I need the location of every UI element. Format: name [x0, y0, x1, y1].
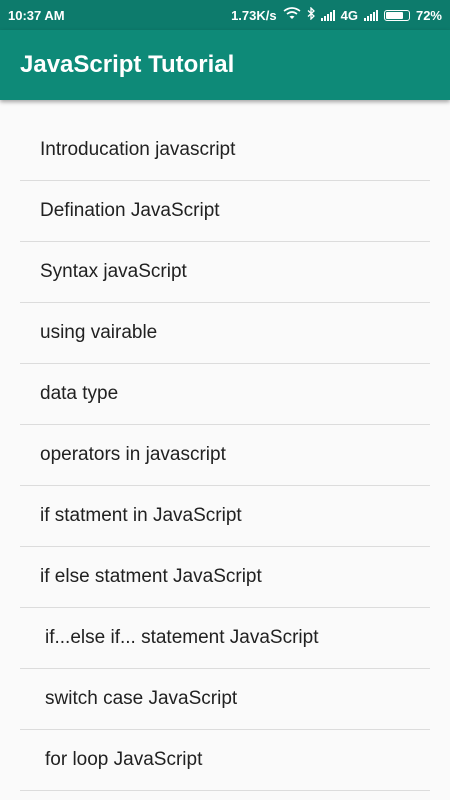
- list-item[interactable]: switch case JavaScript: [20, 669, 430, 730]
- bluetooth-icon: [307, 6, 315, 23]
- signal-icon: [320, 9, 335, 21]
- list-item[interactable]: if else statment JavaScript: [20, 547, 430, 608]
- signal-icon: [363, 9, 378, 21]
- network-type: 4G: [340, 7, 358, 23]
- status-icons: 1.73K/s 4G 72%: [231, 6, 442, 23]
- list-item-label: Introducation javascript: [40, 139, 236, 160]
- wifi-icon: [283, 7, 301, 23]
- list-item[interactable]: data type: [20, 364, 430, 425]
- list-item-label: Syntax javaScript: [40, 261, 187, 282]
- status-bar: 10:37 AM 1.73K/s 4G 72%: [0, 0, 450, 30]
- list-item-label: Defination JavaScript: [40, 200, 220, 221]
- network-speed: 1.73K/s: [231, 7, 277, 23]
- list-item[interactable]: Defination JavaScript: [20, 181, 430, 242]
- battery-icon: [383, 9, 410, 21]
- app-title: JavaScript Tutorial: [20, 51, 235, 78]
- battery-percent: 72%: [415, 7, 442, 23]
- app-bar: JavaScript Tutorial: [0, 30, 450, 100]
- list-item-label: using vairable: [40, 322, 158, 343]
- list-item[interactable]: if...else if... statement JavaScript: [20, 608, 430, 669]
- list-item-label: operators in javascript: [40, 444, 226, 465]
- list-item-label: if...else if... statement JavaScript: [45, 627, 319, 648]
- list-item-label: if statment in JavaScript: [40, 505, 242, 526]
- list-item[interactable]: for loop JavaScript: [20, 730, 430, 791]
- list-item[interactable]: if statment in JavaScript: [20, 486, 430, 547]
- list-item-label: switch case JavaScript: [45, 688, 238, 709]
- list-item[interactable]: using vairable: [20, 303, 430, 364]
- list-item[interactable]: Syntax javaScript: [20, 242, 430, 303]
- list-item-label: if else statment JavaScript: [40, 566, 262, 587]
- topic-list: Introducation javascript Defination Java…: [20, 120, 430, 791]
- list-item[interactable]: operators in javascript: [20, 425, 430, 486]
- list-item-label: for loop JavaScript: [45, 749, 203, 770]
- list-item[interactable]: Introducation javascript: [20, 120, 430, 181]
- list-item-label: data type: [40, 383, 119, 404]
- status-time: 10:37 AM: [8, 7, 65, 23]
